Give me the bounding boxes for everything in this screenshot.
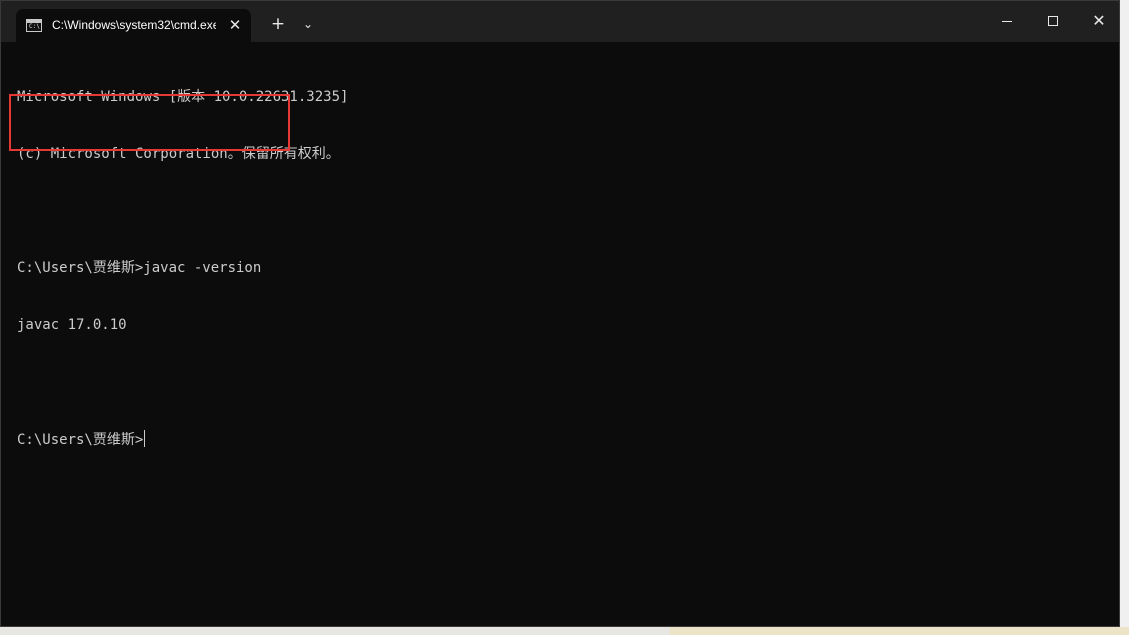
terminal-window: C:\ C:\Windows\system32\cmd.exe ✕ + ⌄ ✕ … [0, 0, 1120, 627]
maximize-icon [1048, 16, 1058, 26]
minimize-button[interactable] [984, 1, 1030, 41]
cmd-icon: C:\ [26, 19, 42, 32]
new-tab-button[interactable]: + [264, 12, 292, 36]
desktop-background [1119, 0, 1129, 635]
terminal-prompt: C:\Users\贾维斯> [17, 432, 144, 448]
text-cursor [144, 430, 146, 447]
cmd-icon-glyph: C:\ [29, 23, 40, 30]
minimize-icon [1002, 21, 1012, 22]
desktop-bottom-accent [670, 627, 1129, 635]
terminal-line: C:\Users\贾维斯>javac -version [17, 260, 262, 276]
close-icon: ✕ [1092, 11, 1106, 30]
tab-close-icon[interactable]: ✕ [224, 14, 246, 36]
tab-cmd[interactable]: C:\ C:\Windows\system32\cmd.exe ✕ [16, 9, 251, 42]
maximize-button[interactable] [1030, 1, 1076, 41]
title-bar[interactable]: C:\ C:\Windows\system32\cmd.exe ✕ + ⌄ ✕ [1, 1, 1119, 42]
chevron-down-icon[interactable]: ⌄ [296, 12, 320, 36]
terminal-prompt-line[interactable]: C:\Users\贾维斯> [17, 430, 1119, 449]
terminal-line: javac 17.0.10 [17, 317, 127, 333]
close-button[interactable]: ✕ [1076, 1, 1119, 41]
highlight-annotation [9, 94, 290, 151]
tab-title: C:\Windows\system32\cmd.exe [52, 18, 216, 32]
